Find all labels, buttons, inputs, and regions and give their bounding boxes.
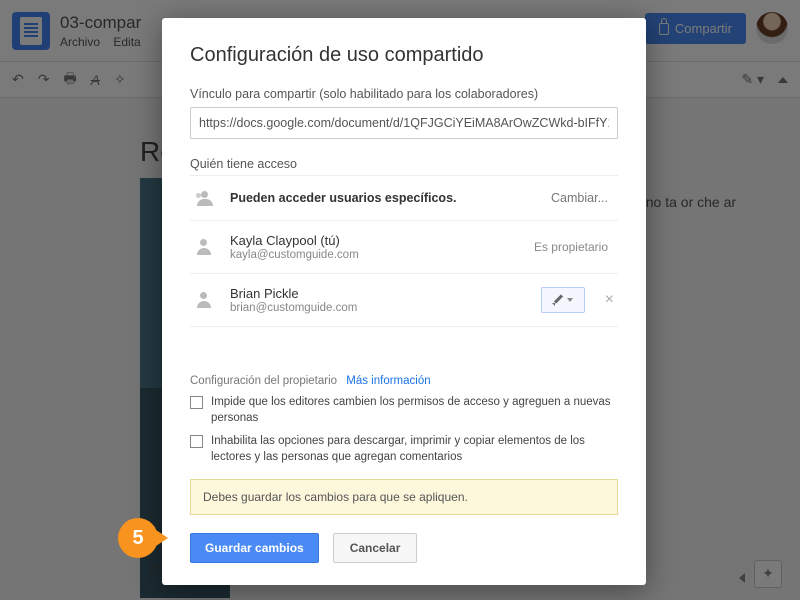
person-row-editor: Brian Pickle brian@customguide.com × [190, 274, 618, 327]
share-link-input[interactable] [190, 107, 618, 139]
general-access-row: Pueden acceder usuarios específicos. Cam… [190, 175, 618, 221]
remove-person-button[interactable]: × [605, 291, 614, 309]
sharing-settings-modal: Configuración de uso compartido Vínculo … [162, 18, 646, 585]
checkbox-prevent-editors[interactable] [190, 396, 203, 409]
change-access-link[interactable]: Cambiar... [551, 191, 608, 205]
tutorial-step-badge: 5 [118, 518, 158, 558]
person-row-owner: Kayla Claypool (tú) kayla@customguide.co… [190, 221, 618, 274]
more-info-link[interactable]: Más información [346, 375, 430, 387]
access-section-label: Quién tiene acceso [190, 157, 618, 171]
person-email: brian@customguide.com [230, 302, 541, 314]
save-button[interactable]: Guardar cambios [190, 533, 319, 563]
person-icon [194, 237, 214, 257]
general-access-text: Pueden acceder usuarios específicos. [230, 191, 551, 205]
person-email: kayla@customguide.com [230, 249, 534, 261]
person-icon [194, 290, 214, 310]
link-section-label: Vínculo para compartir (solo habilitado … [190, 87, 618, 101]
pencil-icon [552, 294, 564, 306]
checkbox-disable-download[interactable] [190, 435, 203, 448]
caret-down-icon [567, 298, 573, 302]
checkbox-label-prevent-editors: Impide que los editores cambien los perm… [211, 395, 618, 426]
permission-dropdown[interactable] [541, 287, 585, 313]
owner-settings-section: Configuración del propietario Más inform… [190, 375, 618, 465]
owner-role-label: Es propietario [534, 240, 608, 254]
modal-title: Configuración de uso compartido [190, 44, 618, 67]
owner-settings-label: Configuración del propietario [190, 375, 337, 387]
person-name: Brian Pickle [230, 286, 541, 301]
modal-actions: Guardar cambios Cancelar [190, 533, 618, 563]
people-icon [194, 188, 214, 208]
unsaved-changes-warning: Debes guardar los cambios para que se ap… [190, 479, 618, 515]
cancel-button[interactable]: Cancelar [333, 533, 418, 563]
checkbox-label-disable-download: Inhabilita las opciones para descargar, … [211, 434, 618, 465]
person-name: Kayla Claypool (tú) [230, 233, 534, 248]
